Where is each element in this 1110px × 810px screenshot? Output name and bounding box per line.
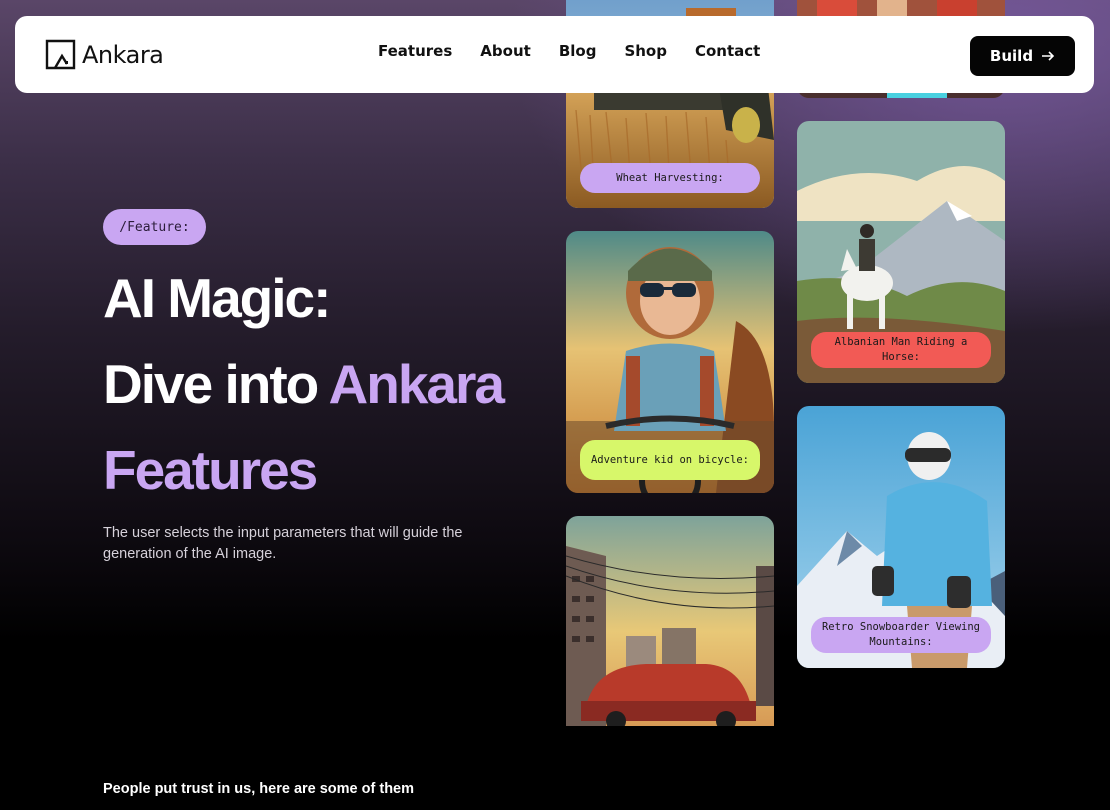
hero-title-line-1: AI Magic: [103, 267, 331, 329]
brand-name: Ankara [82, 40, 164, 69]
gallery-card-city[interactable] [566, 516, 774, 726]
nav-link-blog[interactable]: Blog [559, 42, 597, 60]
nav-link-features[interactable]: Features [378, 42, 452, 60]
card-caption: Albanian Man Riding a Horse: [811, 332, 991, 368]
brand-logo[interactable]: Ankara [45, 39, 164, 70]
gallery-card-horse[interactable]: Albanian Man Riding a Horse: [797, 121, 1005, 383]
hero-description: The user selects the input parameters th… [103, 525, 463, 562]
feature-badge: /Feature: [103, 209, 206, 245]
nav-menu: Features About Blog Shop Contact [378, 42, 760, 60]
nav-link-about[interactable]: About [480, 42, 531, 60]
nav-link-shop[interactable]: Shop [624, 42, 667, 60]
nav-link-contact[interactable]: Contact [695, 42, 760, 60]
arrow-right-icon [1042, 51, 1055, 61]
hero-title-accent: Ankara [328, 353, 505, 415]
hero-title-plain: Dive into [103, 353, 329, 415]
build-button-label: Build [989, 47, 1034, 65]
card-caption: Retro Snowboarder Viewing Mountains: [811, 617, 991, 653]
retro-car-city-image [566, 516, 774, 726]
build-button[interactable]: Build [970, 36, 1075, 76]
card-caption: Adventure kid on bicycle: [580, 440, 760, 480]
gallery-card-snowboarder[interactable]: Retro Snowboarder Viewing Mountains: [797, 406, 1005, 668]
card-caption: Wheat Harvesting: [580, 163, 760, 193]
hero-title-line-2: Dive into Ankara [103, 353, 505, 415]
top-navbar: Ankara Features About Blog Shop Contact … [15, 16, 1094, 93]
gallery-card-kid[interactable]: Adventure kid on bicycle: [566, 231, 774, 493]
logo-icon [45, 39, 76, 70]
hero-title-line-3: Features [103, 439, 318, 501]
trust-heading: People put trust in us, here are some of… [103, 781, 415, 797]
